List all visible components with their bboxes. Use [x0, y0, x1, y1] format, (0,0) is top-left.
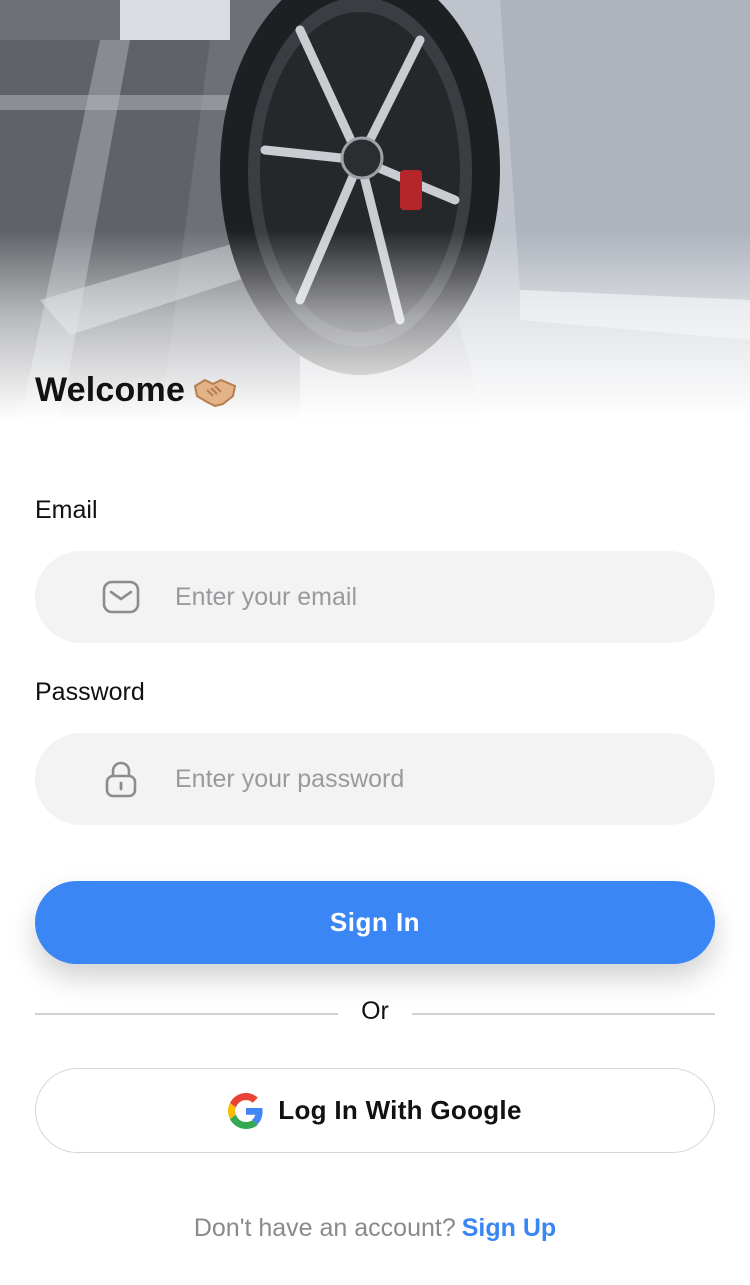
- mail-icon: [101, 577, 141, 617]
- divider-label: Or: [361, 997, 389, 1025]
- password-label: Password: [35, 678, 145, 706]
- email-input[interactable]: [175, 582, 675, 612]
- password-field[interactable]: [35, 733, 715, 825]
- handshake-icon: [193, 370, 237, 410]
- google-button-label: Log In With Google: [278, 1095, 522, 1125]
- or-divider: Or: [35, 997, 715, 1031]
- signup-prompt-text: Don't have an account?: [193, 1214, 456, 1242]
- welcome-heading: Welcome: [35, 370, 237, 410]
- login-screen: Welcome Email Password: [0, 0, 750, 1285]
- lock-icon: [101, 759, 141, 799]
- signup-prompt: Don't have an account? Sign Up: [0, 1214, 750, 1243]
- google-icon: [228, 1092, 263, 1129]
- email-field[interactable]: [35, 551, 715, 643]
- password-input[interactable]: [175, 764, 675, 794]
- divider-line-right: [412, 1013, 715, 1015]
- google-login-button[interactable]: Log In With Google: [35, 1068, 715, 1153]
- sign-up-link[interactable]: Sign Up: [462, 1214, 556, 1242]
- page-title: Welcome: [35, 370, 186, 409]
- email-label: Email: [35, 496, 98, 524]
- hero-image: [0, 0, 750, 420]
- sign-in-button[interactable]: Sign In: [35, 881, 715, 964]
